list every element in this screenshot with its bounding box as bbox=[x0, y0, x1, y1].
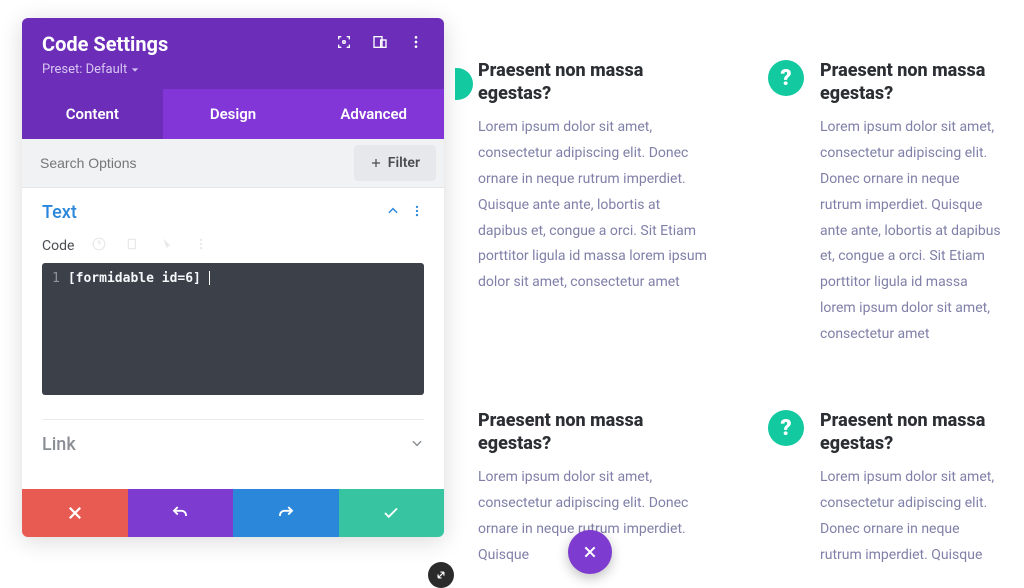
chevron-down-icon bbox=[410, 435, 424, 454]
faq-grid: ? Praesent non massa egestas? Lorem ipsu… bbox=[472, 60, 1004, 569]
search-row: Filter bbox=[22, 139, 444, 188]
faq-title: Praesent non massa egestas? bbox=[478, 60, 708, 105]
faq-title: Praesent non massa egestas? bbox=[478, 410, 708, 455]
faq-title: Praesent non massa egestas? bbox=[820, 60, 1004, 105]
question-icon: ? bbox=[768, 410, 804, 446]
text-cursor bbox=[209, 271, 210, 285]
chevron-up-icon bbox=[386, 203, 400, 222]
faq-title: Praesent non massa egestas? bbox=[820, 410, 1004, 455]
preset-label: Preset: Default bbox=[42, 62, 127, 77]
section-more-icon[interactable] bbox=[410, 203, 424, 222]
faq-body: Lorem ipsum dolor sit amet, consectetur … bbox=[478, 115, 708, 296]
filter-label: Filter bbox=[388, 155, 420, 171]
section-link-title: Link bbox=[42, 434, 76, 455]
plus-icon bbox=[370, 157, 382, 169]
search-input[interactable] bbox=[22, 141, 346, 185]
redo-button[interactable] bbox=[233, 489, 339, 537]
section-text: Text Code 1 [formidable id=6] Link bbox=[22, 188, 444, 471]
preset-dropdown[interactable]: Preset: Default bbox=[42, 62, 424, 77]
responsive-option-icon[interactable] bbox=[126, 237, 140, 255]
close-fab-button[interactable] bbox=[568, 530, 612, 574]
panel-title: Code Settings bbox=[42, 32, 168, 56]
code-content: [formidable id=6] bbox=[68, 271, 201, 387]
code-editor[interactable]: 1 [formidable id=6] bbox=[42, 263, 424, 395]
panel-tabs: Content Design Advanced bbox=[22, 89, 444, 139]
faq-badge-clipped bbox=[441, 68, 473, 100]
faq-body: Lorem ipsum dolor sit amet, consectetur … bbox=[820, 465, 1004, 569]
tab-advanced[interactable]: Advanced bbox=[303, 89, 444, 139]
faq-body: Lorem ipsum dolor sit amet, consectetur … bbox=[820, 115, 1004, 348]
section-link-toggle[interactable]: Link bbox=[42, 434, 424, 455]
tab-design[interactable]: Design bbox=[163, 89, 304, 139]
filter-button[interactable]: Filter bbox=[354, 145, 436, 181]
undo-button[interactable] bbox=[128, 489, 234, 537]
faq-item: ? Praesent non massa egestas? Lorem ipsu… bbox=[768, 410, 1004, 569]
focus-frame-icon[interactable] bbox=[336, 34, 352, 54]
option-more-icon[interactable] bbox=[194, 237, 208, 255]
question-icon: ? bbox=[768, 60, 804, 96]
section-text-title: Text bbox=[42, 202, 77, 223]
tab-content[interactable]: Content bbox=[22, 89, 163, 139]
close-icon bbox=[582, 544, 598, 560]
save-button[interactable] bbox=[339, 489, 445, 537]
hover-icon[interactable] bbox=[160, 237, 174, 255]
responsive-icon[interactable] bbox=[372, 34, 388, 54]
settings-panel: Code Settings Preset: Default Content De… bbox=[22, 18, 444, 537]
panel-footer bbox=[22, 489, 444, 537]
chevron-down-icon bbox=[131, 66, 139, 74]
resize-handle[interactable] bbox=[428, 562, 454, 588]
resize-arrow-icon bbox=[434, 568, 448, 582]
section-text-toggle[interactable]: Text bbox=[42, 202, 424, 223]
panel-header: Code Settings Preset: Default bbox=[22, 18, 444, 89]
cancel-button[interactable] bbox=[22, 489, 128, 537]
faq-item: ? Praesent non massa egestas? Lorem ipsu… bbox=[768, 60, 1004, 348]
faq-item: ? Praesent non massa egestas? Lorem ipsu… bbox=[472, 60, 708, 348]
more-options-icon[interactable] bbox=[408, 34, 424, 54]
section-divider bbox=[42, 419, 424, 420]
code-line-number: 1 bbox=[52, 271, 60, 387]
code-field-label: Code bbox=[42, 238, 74, 254]
help-icon[interactable] bbox=[92, 237, 106, 255]
